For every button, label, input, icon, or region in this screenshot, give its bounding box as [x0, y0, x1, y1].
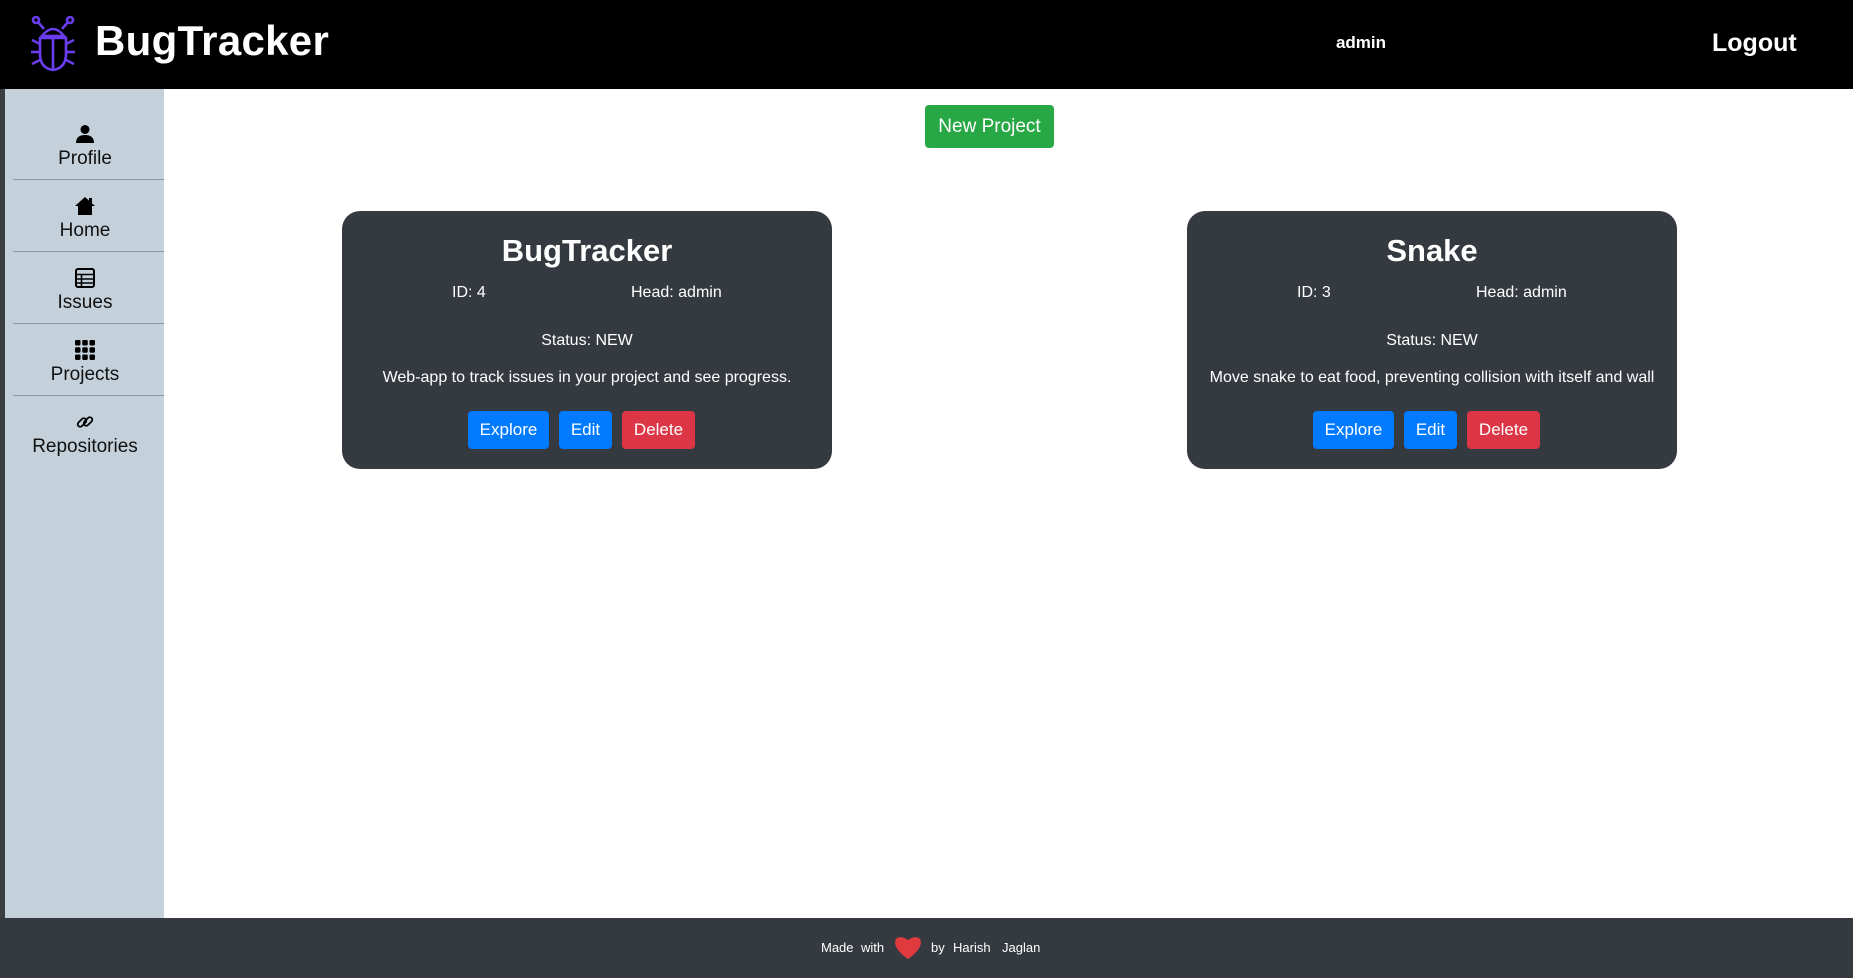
project-status: Status: NEW	[541, 332, 633, 349]
project-card: Snake ID: 3 Head: admin Status: NEW Move…	[1187, 211, 1677, 469]
footer-by: by	[931, 940, 945, 955]
project-description: Web-app to track issues in your project …	[382, 369, 792, 386]
project-card: BugTracker ID: 4 Head: admin Status: NEW…	[342, 211, 832, 469]
explore-button[interactable]: Explore	[468, 411, 549, 449]
project-title: BugTracker	[501, 233, 673, 268]
footer: Made with by Harish Jaglan	[0, 918, 1853, 978]
current-user-name: admin	[1335, 33, 1386, 52]
footer-last-name: Jaglan	[1002, 940, 1041, 955]
grid-icon	[75, 340, 95, 360]
sidebar-item-projects[interactable]: Projects	[10, 305, 160, 385]
project-status: Status: NEW	[1386, 332, 1478, 349]
footer-with: with	[861, 940, 885, 955]
project-id: ID: 4	[452, 284, 486, 301]
bug-logo-icon[interactable]	[28, 14, 78, 72]
house-icon	[75, 197, 95, 215]
sidebar-item-label: Repositories	[32, 436, 138, 457]
link-icon	[76, 416, 94, 428]
person-icon	[76, 125, 94, 143]
heart-icon	[895, 937, 921, 959]
sidebar-item-repositories[interactable]: Repositories	[10, 377, 160, 457]
new-project-button[interactable]: New Project	[925, 105, 1054, 148]
project-head: Head: admin	[1476, 284, 1567, 301]
edit-button[interactable]: Edit	[1404, 411, 1457, 449]
sidebar: Profile Home Issues Projects Repositorie…	[5, 89, 165, 918]
edit-button[interactable]: Edit	[559, 411, 612, 449]
delete-button[interactable]: Delete	[622, 411, 695, 449]
sidebar-item-profile[interactable]: Profile	[10, 89, 160, 169]
table-icon	[75, 268, 95, 288]
logout-link[interactable]: Logout	[1712, 29, 1797, 58]
footer-first-name: Harish	[953, 940, 991, 955]
app-brand-title[interactable]: BugTracker	[95, 17, 329, 65]
explore-button[interactable]: Explore	[1313, 411, 1394, 449]
top-navbar: BugTracker admin Logout	[0, 0, 1853, 89]
project-id: ID: 3	[1297, 284, 1331, 301]
project-title: Snake	[1386, 233, 1478, 268]
project-description: Move snake to eat food, preventing colli…	[1209, 369, 1655, 386]
sidebar-item-home[interactable]: Home	[10, 161, 160, 241]
footer-made: Made	[821, 940, 854, 955]
project-head: Head: admin	[631, 284, 722, 301]
delete-button[interactable]: Delete	[1467, 411, 1540, 449]
sidebar-item-issues[interactable]: Issues	[10, 233, 160, 313]
